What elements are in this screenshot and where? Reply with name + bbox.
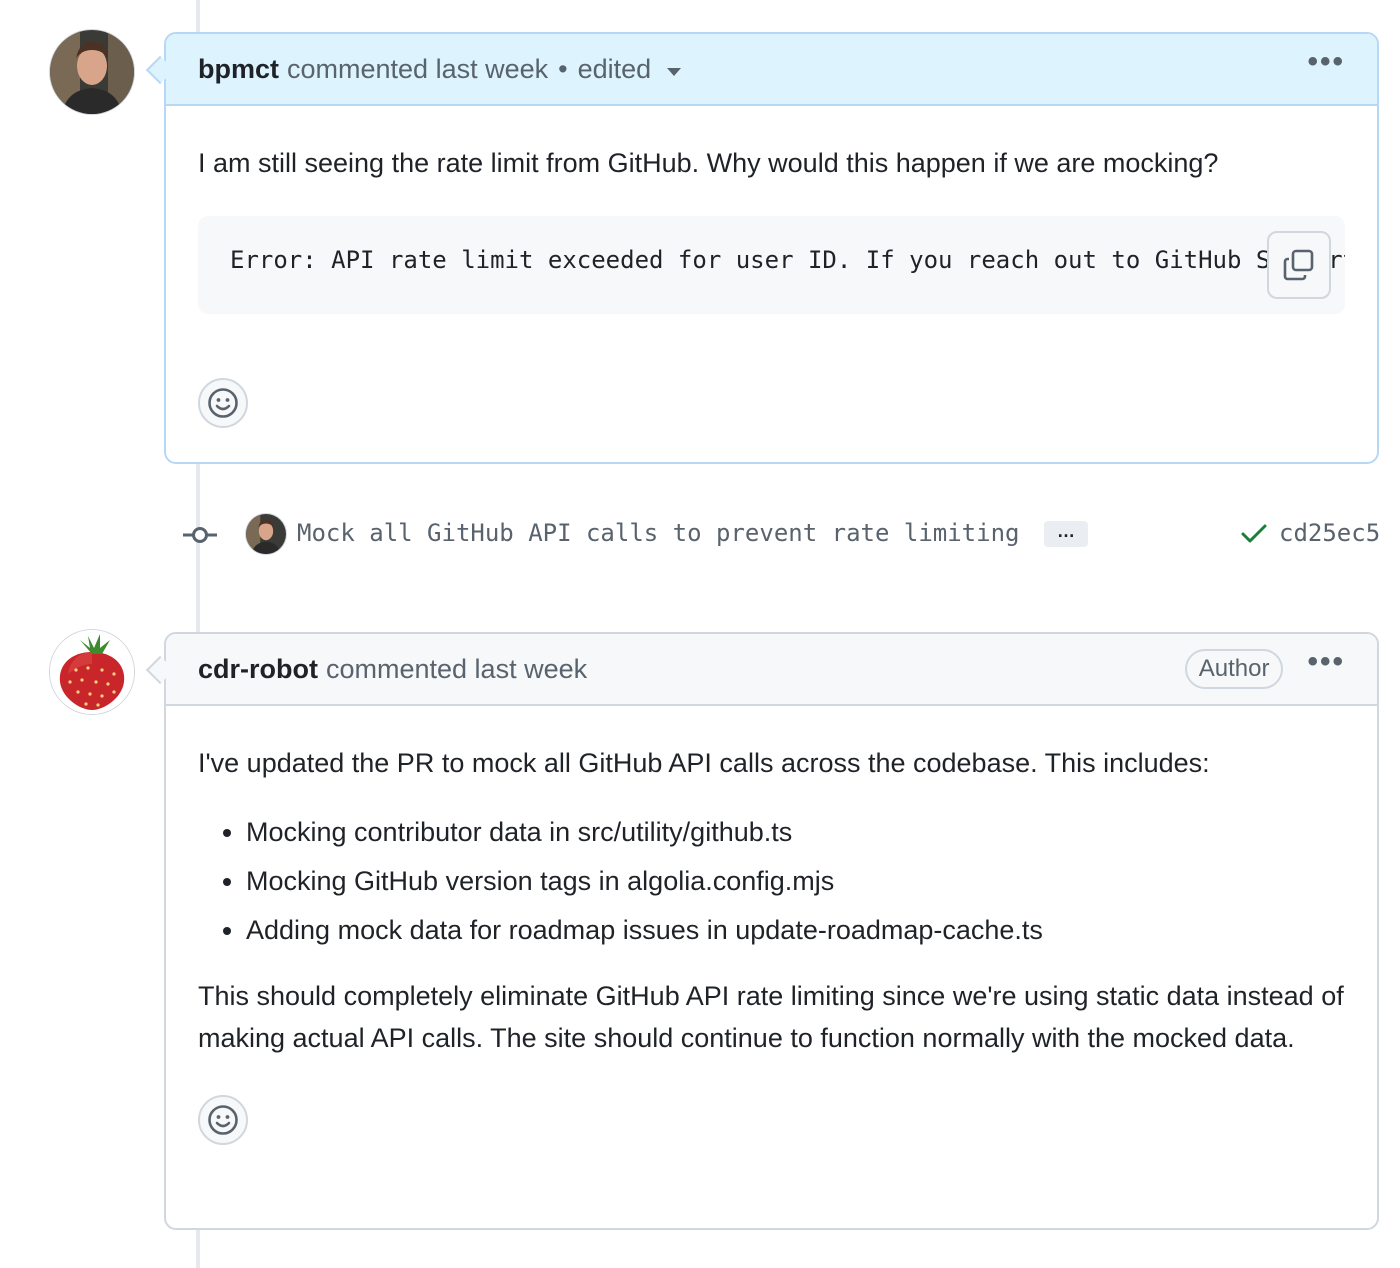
edited-dropdown[interactable]: edited: [578, 54, 652, 85]
separator-dot: •: [558, 53, 568, 84]
comment-header: cdr-robot commented last week Author •••: [145, 634, 1377, 706]
commit-row: Mock all GitHub API calls to prevent rat…: [180, 510, 1380, 560]
commit-author-avatar[interactable]: [246, 514, 286, 554]
list-item: Adding mock data for roadmap issues in u…: [246, 906, 1345, 955]
kebab-horizontal-icon[interactable]: •••: [1307, 47, 1345, 77]
smiley-icon: [208, 1105, 238, 1135]
comment-intro: I've updated the PR to mock all GitHub A…: [198, 748, 1210, 778]
comment-cdr-robot: cdr-robot commented last week Author •••…: [145, 632, 1379, 1230]
comment-timestamp[interactable]: commented last week: [287, 54, 548, 85]
comment-bpmct: bpmct commented last week • edited ••• I…: [145, 32, 1379, 464]
avatar-photo-icon: [246, 514, 286, 554]
comment-header: bpmct commented last week • edited •••: [145, 34, 1377, 106]
code-text: Error: API rate limit exceeded for user …: [230, 246, 1345, 274]
avatar-bpmct[interactable]: [50, 30, 134, 114]
add-reaction-button[interactable]: [198, 378, 248, 428]
comment-text: I am still seeing the rate limit from Gi…: [198, 148, 1219, 178]
copy-button[interactable]: [1267, 231, 1331, 299]
author-badge: Author: [1184, 649, 1284, 689]
triangle-down-icon[interactable]: [667, 68, 682, 76]
strawberry-icon: [50, 630, 134, 714]
commit-message-link[interactable]: Mock all GitHub API calls to prevent rat…: [297, 519, 1019, 547]
comment-caret: [145, 55, 175, 85]
commit-sha-link[interactable]: cd25ec5: [1279, 519, 1380, 547]
comment-outro: This should completely eliminate GitHub …: [198, 981, 1344, 1053]
comment-author[interactable]: cdr-robot: [198, 654, 318, 685]
code-block: Error: API rate limit exceeded for user …: [198, 216, 1345, 314]
list-item: Mocking GitHub version tags in algolia.c…: [246, 857, 1345, 906]
git-commit-icon: [183, 527, 217, 543]
avatar-photo-icon: [50, 30, 134, 114]
avatar-cdr-robot[interactable]: [50, 630, 134, 714]
kebab-horizontal-icon[interactable]: •••: [1307, 647, 1345, 677]
comment-bullet-list: Mocking contributor data in src/utility/…: [198, 808, 1345, 955]
check-icon[interactable]: [1240, 522, 1268, 546]
copy-icon: [1283, 249, 1314, 281]
list-item: Mocking contributor data in src/utility/…: [246, 808, 1345, 857]
comment-timestamp[interactable]: commented last week: [326, 654, 587, 685]
comment-caret: [145, 655, 175, 685]
add-reaction-button[interactable]: [198, 1095, 248, 1145]
comment-author[interactable]: bpmct: [198, 54, 279, 85]
commit-expand-button[interactable]: …: [1044, 521, 1088, 547]
smiley-icon: [208, 388, 238, 418]
